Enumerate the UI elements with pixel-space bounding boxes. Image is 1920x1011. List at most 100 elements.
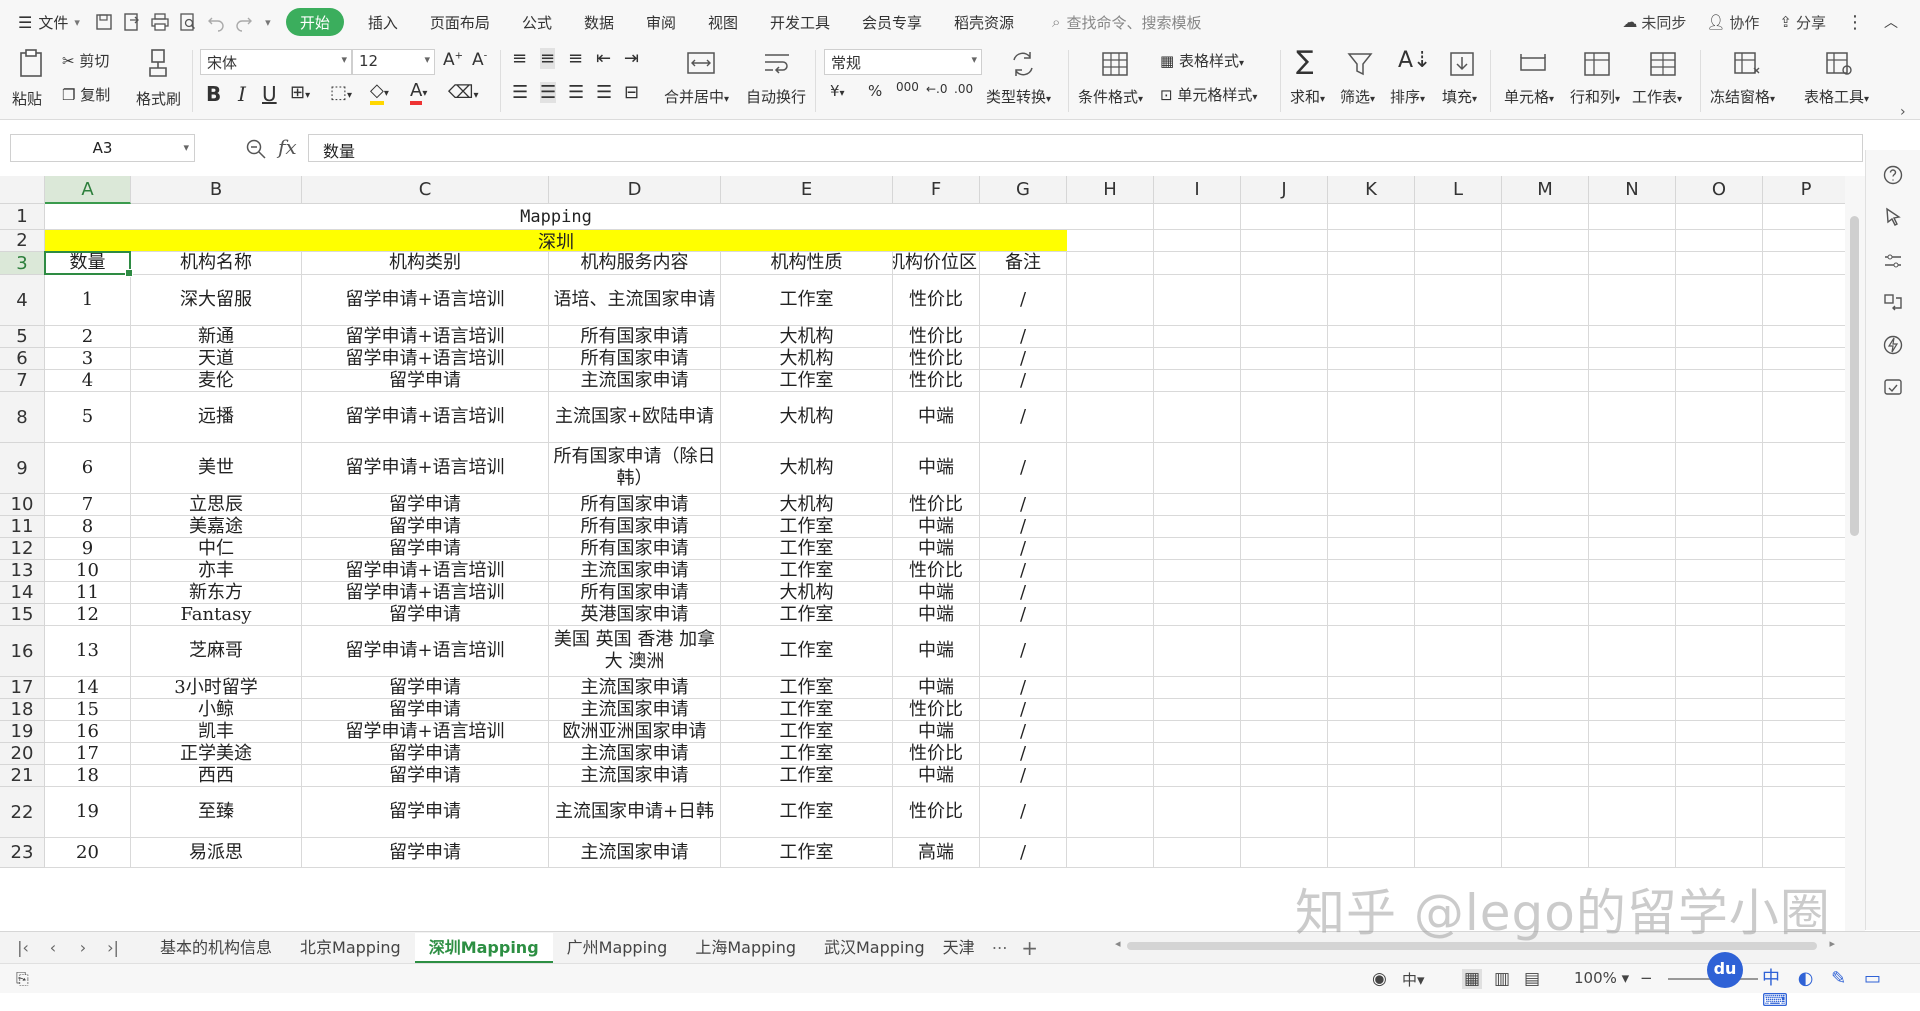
table-cell[interactable]: 1	[45, 275, 131, 326]
table-cell[interactable]: 所有国家申请	[549, 326, 721, 348]
empty-cell[interactable]	[1154, 721, 1241, 743]
tab-member[interactable]: 会员专享	[846, 0, 938, 44]
column-header-l[interactable]: L	[1415, 176, 1502, 204]
empty-cell[interactable]	[1154, 392, 1241, 443]
empty-cell[interactable]	[1502, 743, 1589, 765]
table-cell[interactable]: 主流国家申请	[549, 560, 721, 582]
prev-sheet-icon[interactable]: ‹	[38, 938, 68, 957]
wrap-text-button[interactable]: 自动换行	[746, 86, 806, 107]
select-all-corner[interactable]	[0, 176, 45, 204]
header-cell[interactable]: 机构性质	[721, 252, 893, 275]
table-cell[interactable]: 性价比	[893, 348, 980, 370]
number-format-select[interactable]: 常规	[824, 49, 982, 75]
filter-icon[interactable]	[1346, 50, 1374, 78]
empty-cell[interactable]	[1763, 443, 1845, 494]
vertical-scrollbar[interactable]	[1845, 176, 1865, 931]
empty-cell[interactable]	[1328, 348, 1415, 370]
decrease-font-icon[interactable]: A-	[472, 50, 487, 70]
table-cell[interactable]: 工作室	[721, 275, 893, 326]
empty-cell[interactable]	[1676, 765, 1763, 787]
empty-cell[interactable]	[1067, 838, 1154, 868]
table-cell[interactable]: 工作室	[721, 787, 893, 838]
empty-cell[interactable]	[1763, 392, 1845, 443]
justify-icon[interactable]: ☰	[596, 82, 612, 103]
table-cell[interactable]: 留学申请	[302, 604, 549, 626]
font-color-icon[interactable]: A▾	[410, 80, 427, 105]
empty-cell[interactable]	[1676, 838, 1763, 868]
empty-cell[interactable]	[1241, 560, 1328, 582]
tab-page-layout[interactable]: 页面布局	[414, 0, 506, 44]
table-cell[interactable]: 留学申请	[302, 494, 549, 516]
table-cell[interactable]: /	[980, 560, 1067, 582]
empty-cell[interactable]	[1067, 370, 1154, 392]
header-cell[interactable]: 数量	[45, 252, 131, 275]
empty-cell[interactable]	[1502, 699, 1589, 721]
empty-cell[interactable]	[1067, 582, 1154, 604]
baidu-ime-logo[interactable]: du	[1707, 952, 1743, 988]
header-cell[interactable]: 机构类别	[302, 252, 549, 275]
empty-cell[interactable]	[1676, 252, 1763, 275]
empty-cell[interactable]	[1589, 743, 1676, 765]
print-preview-icon[interactable]	[178, 12, 198, 32]
empty-cell[interactable]	[1067, 516, 1154, 538]
table-cell[interactable]: 主流国家申请	[549, 743, 721, 765]
bold-icon[interactable]: B	[206, 82, 221, 106]
table-cell[interactable]: 留学申请+语言培训	[302, 721, 549, 743]
empty-cell[interactable]	[1328, 626, 1415, 677]
table-cell[interactable]: 中端	[893, 604, 980, 626]
empty-cell[interactable]	[1415, 204, 1502, 230]
page-break-view-icon[interactable]: ▤	[1524, 969, 1540, 989]
table-cell[interactable]: 语培、主流国家申请	[549, 275, 721, 326]
tab-insert[interactable]: 插入	[352, 0, 414, 44]
table-cell[interactable]: 美世	[131, 443, 302, 494]
ime-toolbar[interactable]: 中 ◐ ✎ ▭ ⌨	[1762, 964, 1920, 1011]
table-cell[interactable]: 5	[45, 392, 131, 443]
empty-cell[interactable]	[1763, 838, 1845, 868]
align-middle-icon[interactable]: ≡	[540, 48, 556, 69]
empty-cell[interactable]	[1415, 252, 1502, 275]
empty-cell[interactable]	[1241, 538, 1328, 560]
empty-cell[interactable]	[1676, 699, 1763, 721]
empty-cell[interactable]	[1502, 604, 1589, 626]
table-cell[interactable]: 主流国家申请	[549, 699, 721, 721]
table-cell[interactable]: /	[980, 787, 1067, 838]
empty-cell[interactable]	[1676, 560, 1763, 582]
empty-cell[interactable]	[1067, 204, 1154, 230]
sheet-tab-active[interactable]: 深圳Mapping	[414, 932, 553, 963]
empty-cell[interactable]	[1589, 604, 1676, 626]
empty-cell[interactable]	[1589, 443, 1676, 494]
table-cell[interactable]: 中端	[893, 721, 980, 743]
empty-cell[interactable]	[1763, 765, 1845, 787]
empty-cell[interactable]	[1415, 604, 1502, 626]
table-cell[interactable]: 15	[45, 699, 131, 721]
table-cell[interactable]: 11	[45, 582, 131, 604]
font-size-select[interactable]: 12	[352, 49, 435, 75]
table-cell[interactable]: 留学申请	[302, 538, 549, 560]
table-cell[interactable]: 美国 英国 香港 加拿大 澳洲	[549, 626, 721, 677]
empty-cell[interactable]	[1763, 370, 1845, 392]
empty-cell[interactable]	[1415, 765, 1502, 787]
table-cell[interactable]: 小鲸	[131, 699, 302, 721]
row-header[interactable]: 2	[0, 230, 45, 252]
column-header-g[interactable]: G	[980, 176, 1067, 204]
table-cell[interactable]: 中仁	[131, 538, 302, 560]
table-cell[interactable]: 留学申请	[302, 516, 549, 538]
font-name-select[interactable]: 宋体	[200, 49, 352, 75]
empty-cell[interactable]	[1067, 443, 1154, 494]
table-cell[interactable]: 留学申请	[302, 743, 549, 765]
empty-cell[interactable]	[1154, 604, 1241, 626]
table-cell[interactable]: 立思辰	[131, 494, 302, 516]
tab-data[interactable]: 数据	[568, 0, 630, 44]
table-cell[interactable]: 正学美途	[131, 743, 302, 765]
header-cell[interactable]: 机构服务内容	[549, 252, 721, 275]
table-cell[interactable]: 主流国家申请	[549, 370, 721, 392]
clear-format-icon[interactable]: ⌫▾	[448, 82, 478, 103]
print-icon[interactable]	[150, 12, 170, 32]
collab-button[interactable]: 👤︎ 协作	[1706, 12, 1759, 33]
empty-cell[interactable]	[1415, 538, 1502, 560]
table-cell[interactable]: 所有国家申请	[549, 582, 721, 604]
tab-view[interactable]: 视图	[692, 0, 754, 44]
empty-cell[interactable]	[1415, 560, 1502, 582]
scroll-left-icon[interactable]: ◂	[1115, 937, 1121, 950]
empty-cell[interactable]	[1415, 626, 1502, 677]
